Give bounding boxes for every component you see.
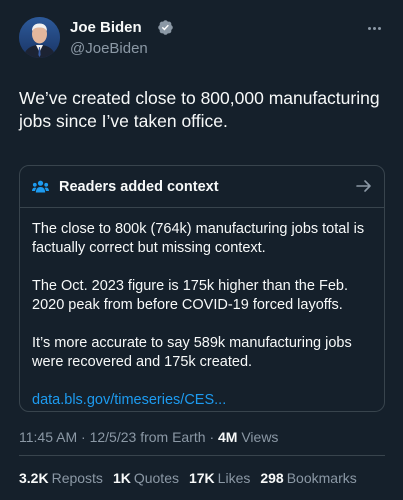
- quotes-count: 1K: [112, 470, 131, 486]
- community-note-body: The close to 800k (764k) manufacturing j…: [20, 208, 384, 410]
- reposts-label: Reposts: [51, 470, 103, 486]
- verified-badge-icon[interactable]: [157, 19, 174, 36]
- more-icon[interactable]: [363, 17, 385, 39]
- tweet-source: from Earth: [140, 429, 206, 445]
- author-name[interactable]: Joe Biden: [70, 19, 142, 36]
- note-paragraph: The Oct. 2023 figure is 175k higher than…: [32, 278, 348, 313]
- tweet-time[interactable]: 11:45 AM: [19, 429, 77, 445]
- separator: ·: [81, 429, 90, 445]
- bookmarks-count: 298: [260, 470, 284, 486]
- views-count: 4M: [218, 429, 238, 445]
- source-link[interactable]: data.bls.gov/timeseries/CES...: [32, 392, 226, 408]
- arrow-right-icon[interactable]: [356, 179, 372, 193]
- engagement-stats: 3.2K Reposts 1K Quotes 17K Likes 298 Bookmar…: [19, 470, 357, 486]
- separator: ·: [209, 429, 218, 445]
- tweet: Joe Biden @JoeBiden We’ve created close …: [0, 0, 403, 500]
- quotes-label: Quotes: [133, 470, 179, 486]
- note-paragraph: It’s more accurate to say 589k manufactu…: [32, 335, 352, 370]
- bookmarks-label: Bookmarks: [286, 470, 357, 486]
- note-paragraph: The close to 800k (764k) manufacturing j…: [32, 221, 365, 256]
- author-handle[interactable]: @JoeBiden: [70, 40, 148, 57]
- community-note-header[interactable]: Readers added context: [20, 166, 384, 207]
- bookmarks-stat[interactable]: 298 Bookmarks: [260, 470, 356, 486]
- divider: [19, 455, 385, 456]
- community-note-title: Readers added context: [59, 178, 219, 195]
- quotes-stat[interactable]: 1K Quotes: [113, 470, 179, 486]
- community-note-card: Readers added context The close to 800k …: [19, 165, 385, 412]
- likes-count: 17K: [188, 470, 215, 486]
- views-label: Views: [241, 429, 279, 445]
- reposts-stat[interactable]: 3.2K Reposts: [19, 470, 103, 486]
- tweet-meta: 11:45 AM · 12/5/23 from Earth · 4M Views: [19, 429, 278, 445]
- reposts-count: 3.2K: [19, 470, 49, 486]
- likes-label: Likes: [217, 470, 251, 486]
- likes-stat[interactable]: 17K Likes: [189, 470, 250, 486]
- tweet-date[interactable]: 12/5/23: [90, 429, 137, 445]
- people-icon: [32, 180, 49, 193]
- avatar[interactable]: [19, 17, 60, 58]
- tweet-text: We’ve created close to 800,000 manufactu…: [19, 88, 380, 131]
